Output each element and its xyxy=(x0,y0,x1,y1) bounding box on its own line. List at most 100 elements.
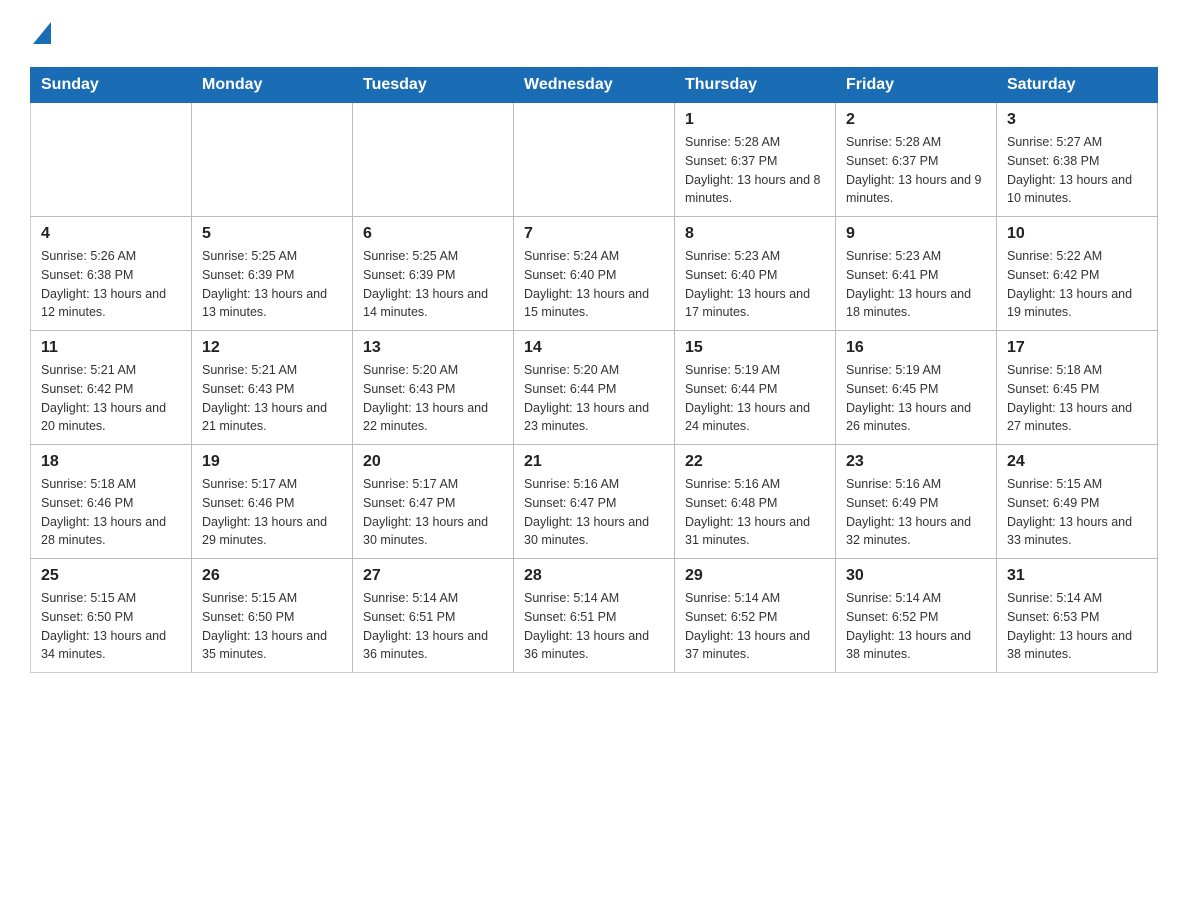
calendar-cell: 11 Sunrise: 5:21 AMSunset: 6:42 PMDayligh… xyxy=(31,331,192,445)
calendar-cell: 1 Sunrise: 5:28 AMSunset: 6:37 PMDaylight… xyxy=(675,103,836,217)
day-info: Sunrise: 5:24 AMSunset: 6:40 PMDaylight:… xyxy=(524,247,664,322)
day-number: 20 xyxy=(363,453,503,471)
day-number: 26 xyxy=(202,567,342,585)
calendar-cell: 31Sunrise: 5:14 AMSunset: 6:53 PMDayligh… xyxy=(997,559,1158,673)
calendar-cell: 15 Sunrise: 5:19 AMSunset: 6:44 PMDayligh… xyxy=(675,331,836,445)
day-number: 5 xyxy=(202,225,342,243)
calendar-cell: 3 Sunrise: 5:27 AMSunset: 6:38 PMDaylight… xyxy=(997,103,1158,217)
day-info: Sunrise: 5:15 AMSunset: 6:49 PMDaylight:… xyxy=(1007,475,1147,550)
day-number: 8 xyxy=(685,225,825,243)
day-info: Sunrise: 5:16 AMSunset: 6:47 PMDaylight:… xyxy=(524,475,664,550)
day-info: Sunrise: 5:14 AMSunset: 6:52 PMDaylight:… xyxy=(846,589,986,664)
day-info: Sunrise: 5:25 AMSunset: 6:39 PMDaylight:… xyxy=(363,247,503,322)
day-number: 27 xyxy=(363,567,503,585)
calendar-cell: 26Sunrise: 5:15 AMSunset: 6:50 PMDayligh… xyxy=(192,559,353,673)
day-number: 14 xyxy=(524,339,664,357)
day-number: 2 xyxy=(846,111,986,129)
day-number: 9 xyxy=(846,225,986,243)
calendar-cell: 24 Sunrise: 5:15 AMSunset: 6:49 PMDayligh… xyxy=(997,445,1158,559)
day-number: 29 xyxy=(685,567,825,585)
day-number: 31 xyxy=(1007,567,1147,585)
day-number: 6 xyxy=(363,225,503,243)
day-number: 22 xyxy=(685,453,825,471)
day-number: 18 xyxy=(41,453,181,471)
day-number: 13 xyxy=(363,339,503,357)
day-info: Sunrise: 5:16 AMSunset: 6:49 PMDaylight:… xyxy=(846,475,986,550)
calendar-cell: 2Sunrise: 5:28 AMSunset: 6:37 PMDaylight… xyxy=(836,103,997,217)
calendar-header-monday: Monday xyxy=(192,68,353,103)
calendar-cell xyxy=(353,103,514,217)
calendar-cell: 25 Sunrise: 5:15 AMSunset: 6:50 PMDayligh… xyxy=(31,559,192,673)
calendar-cell: 8Sunrise: 5:23 AMSunset: 6:40 PMDaylight… xyxy=(675,217,836,331)
calendar-header-wednesday: Wednesday xyxy=(514,68,675,103)
calendar-cell: 7Sunrise: 5:24 AMSunset: 6:40 PMDaylight… xyxy=(514,217,675,331)
day-info: Sunrise: 5:21 AMSunset: 6:42 PMDaylight:… xyxy=(41,361,181,436)
calendar-week-5: 25 Sunrise: 5:15 AMSunset: 6:50 PMDayligh… xyxy=(31,559,1158,673)
day-number: 25 xyxy=(41,567,181,585)
day-info: Sunrise: 5:14 AMSunset: 6:51 PMDaylight:… xyxy=(524,589,664,664)
logo-triangle-icon xyxy=(33,22,51,44)
day-number: 15 xyxy=(685,339,825,357)
calendar-week-2: 4Sunrise: 5:26 AMSunset: 6:38 PMDaylight… xyxy=(31,217,1158,331)
day-info: Sunrise: 5:23 AMSunset: 6:41 PMDaylight:… xyxy=(846,247,986,322)
calendar-header-sunday: Sunday xyxy=(31,68,192,103)
day-info: Sunrise: 5:17 AMSunset: 6:47 PMDaylight:… xyxy=(363,475,503,550)
calendar-cell: 18 Sunrise: 5:18 AMSunset: 6:46 PMDayligh… xyxy=(31,445,192,559)
day-info: Sunrise: 5:19 AMSunset: 6:44 PMDaylight:… xyxy=(685,361,825,436)
day-number: 1 xyxy=(685,111,825,129)
calendar-table: SundayMondayTuesdayWednesdayThursdayFrid… xyxy=(30,67,1158,673)
day-number: 3 xyxy=(1007,111,1147,129)
day-number: 17 xyxy=(1007,339,1147,357)
day-number: 19 xyxy=(202,453,342,471)
day-info: Sunrise: 5:27 AMSunset: 6:38 PMDaylight:… xyxy=(1007,133,1147,208)
day-number: 12 xyxy=(202,339,342,357)
calendar-header-friday: Friday xyxy=(836,68,997,103)
day-number: 10 xyxy=(1007,225,1147,243)
day-number: 23 xyxy=(846,453,986,471)
day-info: Sunrise: 5:22 AMSunset: 6:42 PMDaylight:… xyxy=(1007,247,1147,322)
day-number: 21 xyxy=(524,453,664,471)
calendar-cell: 27 Sunrise: 5:14 AMSunset: 6:51 PMDayligh… xyxy=(353,559,514,673)
calendar-cell: 9 Sunrise: 5:23 AMSunset: 6:41 PMDaylight… xyxy=(836,217,997,331)
calendar-cell: 22 Sunrise: 5:16 AMSunset: 6:48 PMDayligh… xyxy=(675,445,836,559)
calendar-cell: 14 Sunrise: 5:20 AMSunset: 6:44 PMDayligh… xyxy=(514,331,675,445)
calendar-cell: 4Sunrise: 5:26 AMSunset: 6:38 PMDaylight… xyxy=(31,217,192,331)
day-info: Sunrise: 5:26 AMSunset: 6:38 PMDaylight:… xyxy=(41,247,181,322)
calendar-header-tuesday: Tuesday xyxy=(353,68,514,103)
day-info: Sunrise: 5:19 AMSunset: 6:45 PMDaylight:… xyxy=(846,361,986,436)
day-info: Sunrise: 5:14 AMSunset: 6:52 PMDaylight:… xyxy=(685,589,825,664)
calendar-header-saturday: Saturday xyxy=(997,68,1158,103)
calendar-cell: 20 Sunrise: 5:17 AMSunset: 6:47 PMDayligh… xyxy=(353,445,514,559)
day-number: 28 xyxy=(524,567,664,585)
day-number: 24 xyxy=(1007,453,1147,471)
day-number: 11 xyxy=(41,339,181,357)
calendar-cell xyxy=(192,103,353,217)
calendar-week-3: 11 Sunrise: 5:21 AMSunset: 6:42 PMDayligh… xyxy=(31,331,1158,445)
day-info: Sunrise: 5:14 AMSunset: 6:51 PMDaylight:… xyxy=(363,589,503,664)
day-info: Sunrise: 5:21 AMSunset: 6:43 PMDaylight:… xyxy=(202,361,342,436)
calendar-week-1: 1 Sunrise: 5:28 AMSunset: 6:37 PMDaylight… xyxy=(31,103,1158,217)
calendar-cell: 19 Sunrise: 5:17 AMSunset: 6:46 PMDayligh… xyxy=(192,445,353,559)
calendar-cell: 10 Sunrise: 5:22 AMSunset: 6:42 PMDayligh… xyxy=(997,217,1158,331)
day-info: Sunrise: 5:17 AMSunset: 6:46 PMDaylight:… xyxy=(202,475,342,550)
day-number: 30 xyxy=(846,567,986,585)
day-info: Sunrise: 5:16 AMSunset: 6:48 PMDaylight:… xyxy=(685,475,825,550)
calendar-cell: 13 Sunrise: 5:20 AMSunset: 6:43 PMDayligh… xyxy=(353,331,514,445)
page-header xyxy=(30,20,1158,49)
calendar-cell: 21 Sunrise: 5:16 AMSunset: 6:47 PMDayligh… xyxy=(514,445,675,559)
day-info: Sunrise: 5:18 AMSunset: 6:46 PMDaylight:… xyxy=(41,475,181,550)
day-info: Sunrise: 5:20 AMSunset: 6:43 PMDaylight:… xyxy=(363,361,503,436)
day-info: Sunrise: 5:20 AMSunset: 6:44 PMDaylight:… xyxy=(524,361,664,436)
day-info: Sunrise: 5:25 AMSunset: 6:39 PMDaylight:… xyxy=(202,247,342,322)
day-info: Sunrise: 5:28 AMSunset: 6:37 PMDaylight:… xyxy=(685,133,825,208)
calendar-cell xyxy=(31,103,192,217)
day-info: Sunrise: 5:18 AMSunset: 6:45 PMDaylight:… xyxy=(1007,361,1147,436)
calendar-header-row: SundayMondayTuesdayWednesdayThursdayFrid… xyxy=(31,68,1158,103)
calendar-week-4: 18 Sunrise: 5:18 AMSunset: 6:46 PMDayligh… xyxy=(31,445,1158,559)
day-info: Sunrise: 5:15 AMSunset: 6:50 PMDaylight:… xyxy=(41,589,181,664)
calendar-header-thursday: Thursday xyxy=(675,68,836,103)
calendar-cell: 16 Sunrise: 5:19 AMSunset: 6:45 PMDayligh… xyxy=(836,331,997,445)
day-number: 16 xyxy=(846,339,986,357)
calendar-cell: 6 Sunrise: 5:25 AMSunset: 6:39 PMDaylight… xyxy=(353,217,514,331)
calendar-cell: 5 Sunrise: 5:25 AMSunset: 6:39 PMDaylight… xyxy=(192,217,353,331)
